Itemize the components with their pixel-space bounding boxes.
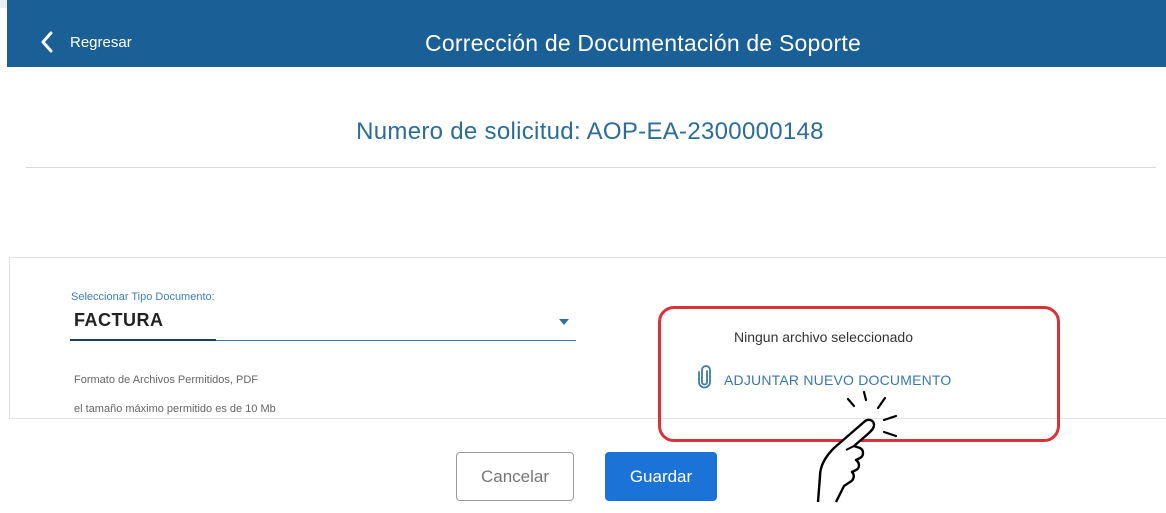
document-type-label: Seleccionar Tipo Documento:: [71, 291, 215, 303]
select-underline-focus: [70, 339, 216, 341]
pointing-hand-icon: [806, 390, 916, 513]
size-note: el tamaño máximo permitido es de 10 Mb: [74, 403, 276, 415]
document-type-select[interactable]: FACTURA: [74, 310, 164, 331]
file-status: Ningun archivo seleccionado: [734, 329, 913, 345]
formats-note: Formato de Archivos Permitidos, PDF: [74, 374, 259, 386]
cancel-button[interactable]: Cancelar: [456, 452, 574, 501]
page-title: Corrección de Documentación de Soporte: [425, 30, 861, 56]
dropdown-caret-icon[interactable]: [559, 319, 569, 325]
attach-document-label: ADJUNTAR NUEVO DOCUMENTO: [724, 371, 952, 388]
divider: [26, 167, 1156, 168]
save-button[interactable]: Guardar: [605, 452, 717, 501]
select-underline: [216, 340, 576, 341]
request-number: Numero de solicitud: AOP-EA-2300000148: [356, 118, 824, 145]
paperclip-icon: [698, 365, 712, 394]
